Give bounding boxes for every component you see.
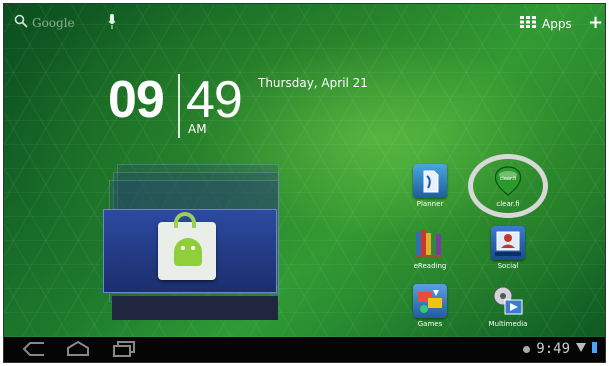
clock-ampm: AM xyxy=(188,122,207,136)
battery-icon xyxy=(592,341,597,357)
google-search-widget[interactable]: Google xyxy=(14,14,75,31)
status-area[interactable]: 9:49 xyxy=(523,341,597,357)
shortcut-planner[interactable]: Planner xyxy=(400,164,460,208)
planner-icon xyxy=(413,164,447,198)
wifi-signal-icon xyxy=(576,341,586,357)
clearfi-highlight-ring xyxy=(468,154,548,218)
shortcut-social[interactable]: Social xyxy=(478,226,538,270)
search-label: Google xyxy=(32,15,75,30)
clock-hours: 09 xyxy=(108,71,165,129)
add-widget-plus-icon[interactable]: + xyxy=(588,12,603,33)
recent-apps-icon[interactable] xyxy=(112,341,136,357)
multimedia-label: Multimedia xyxy=(488,320,528,328)
shortcut-ereading[interactable]: eReading xyxy=(400,226,460,270)
apps-grid-icon xyxy=(520,16,536,31)
apps-label: Apps xyxy=(542,16,572,31)
multimedia-icon xyxy=(491,284,525,318)
clock-date: Thursday, April 21 xyxy=(258,76,368,90)
planner-label: Planner xyxy=(416,200,444,208)
home-screen: Google Apps + 09 49 AM Thursday, April 2… xyxy=(4,4,605,337)
games-label: Games xyxy=(417,320,443,328)
system-navigation-bar: 9:49 xyxy=(4,337,605,362)
top-bar: Google Apps + xyxy=(4,4,605,44)
voice-search-icon[interactable] xyxy=(108,14,116,30)
apps-button[interactable]: Apps xyxy=(520,16,572,31)
games-icon xyxy=(413,284,447,318)
clock-divider xyxy=(178,74,180,138)
status-time: 9:49 xyxy=(536,341,570,357)
market-bag-handle xyxy=(174,212,196,228)
social-label: Social xyxy=(497,262,519,270)
ereading-icon xyxy=(413,226,447,260)
market-widget-shelf xyxy=(112,296,278,320)
home-icon[interactable] xyxy=(66,340,90,357)
search-icon xyxy=(14,14,28,31)
shortcut-multimedia[interactable]: Multimedia xyxy=(478,284,538,328)
clock-minutes: 49 xyxy=(186,71,243,129)
tablet-screen-frame: Google Apps + 09 49 AM Thursday, April 2… xyxy=(3,3,606,363)
shortcut-games[interactable]: Games xyxy=(400,284,460,328)
android-robot-icon xyxy=(174,238,202,266)
android-market-icon[interactable] xyxy=(158,212,216,280)
notification-dot-icon xyxy=(523,345,531,353)
social-icon xyxy=(491,226,525,260)
back-icon[interactable] xyxy=(22,341,46,357)
ereading-label: eReading xyxy=(413,262,447,270)
